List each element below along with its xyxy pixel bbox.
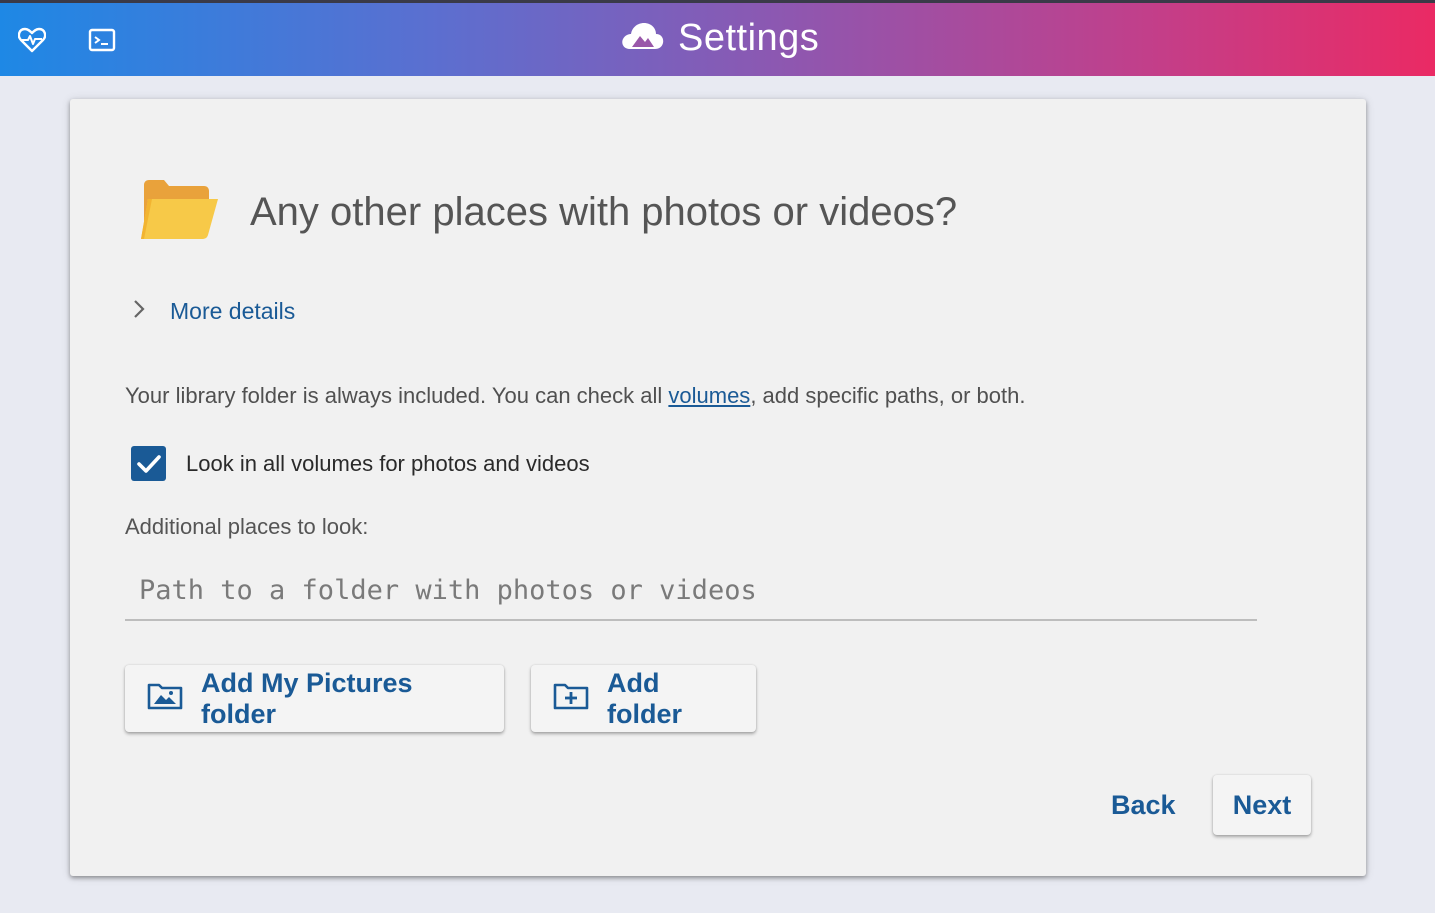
back-button[interactable]: Back <box>1095 775 1192 835</box>
info-text-start: Your library folder is always included. … <box>125 383 669 408</box>
additional-places-label: Additional places to look: <box>125 514 369 539</box>
checkmark-icon <box>136 454 161 473</box>
all-volumes-label: Look in all volumes for photos and video… <box>186 450 590 476</box>
add-folder-label: Add folder <box>607 667 683 729</box>
section-heading: Any other places with photos or videos? <box>250 190 958 234</box>
volumes-link[interactable]: volumes <box>668 383 750 408</box>
heart-pulse-icon[interactable] <box>17 25 47 55</box>
all-volumes-checkbox[interactable] <box>131 446 166 481</box>
page-title: Settings <box>678 17 820 59</box>
path-input[interactable] <box>125 561 1257 621</box>
more-details-toggle[interactable]: More details <box>130 297 295 326</box>
top-bar: Settings <box>0 0 1435 76</box>
add-folder-button[interactable]: Add folder <box>531 665 756 732</box>
all-volumes-checkbox-row[interactable]: Look in all volumes for photos and video… <box>131 446 590 481</box>
heading-row: Any other places with photos or videos? <box>138 177 957 248</box>
add-pictures-label: Add My Pictures folder <box>201 667 413 729</box>
cloud-mountain-icon <box>620 21 664 56</box>
open-folder-icon <box>138 177 220 248</box>
next-button[interactable]: Next <box>1213 775 1311 835</box>
terminal-icon[interactable] <box>87 25 117 55</box>
info-text-end: , add specific paths, or both. <box>750 383 1026 408</box>
info-text: Your library folder is always included. … <box>125 383 1025 409</box>
settings-card: Any other places with photos or videos? … <box>70 99 1366 876</box>
chevron-right-icon <box>130 297 148 326</box>
folder-plus-icon <box>553 681 589 716</box>
image-folder-icon <box>147 681 183 716</box>
add-pictures-folder-button[interactable]: Add My Pictures folder <box>125 665 504 732</box>
more-details-label: More details <box>170 298 296 324</box>
app-title: Settings <box>620 17 819 60</box>
